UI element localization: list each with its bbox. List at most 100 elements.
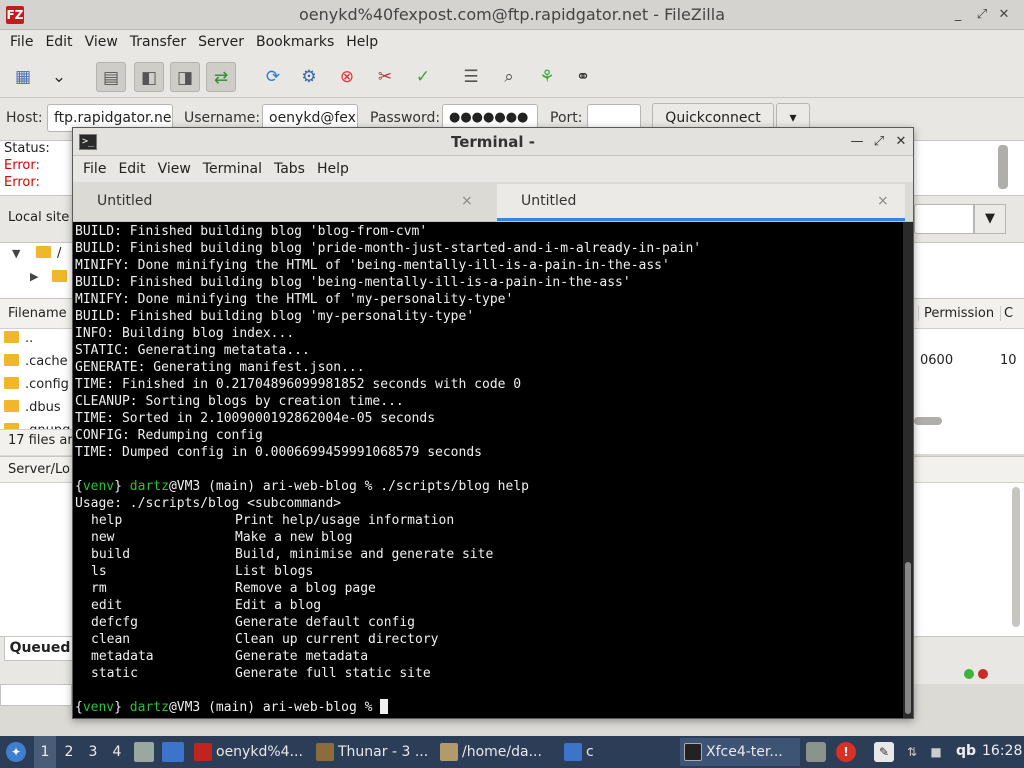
cancel-icon[interactable]: ⊗ bbox=[332, 62, 362, 92]
notes-launcher-icon[interactable] bbox=[134, 742, 154, 762]
host-label: Host: bbox=[6, 110, 43, 126]
update-alert-icon[interactable]: ! bbox=[836, 742, 856, 762]
menu-help[interactable]: Help bbox=[340, 34, 384, 50]
scrollbar-thumb[interactable] bbox=[905, 562, 911, 714]
subcommand-description: Make a new blog bbox=[235, 530, 353, 545]
task-thunar[interactable]: Thunar - 3 ... bbox=[312, 738, 432, 766]
menu-bookmarks[interactable]: Bookmarks bbox=[250, 34, 340, 50]
close-tab-icon[interactable]: × bbox=[877, 184, 891, 218]
transfer-queue-icon[interactable]: ⇄ bbox=[206, 62, 236, 92]
folder-icon bbox=[4, 400, 19, 412]
process-queue-icon[interactable]: ⚙ bbox=[294, 62, 324, 92]
subcommand-name: edit bbox=[91, 598, 123, 613]
keyboard-layout[interactable]: qb bbox=[956, 743, 976, 759]
maximize-icon[interactable]: ⤢ bbox=[974, 7, 990, 23]
filezilla-toolbar: ▦ ⌄ ▤ ◧ ◨ ⇄ ⟳ ⚙ ⊗ ✂ ✓ ☰ ⌕ ⚘ ⚭ bbox=[0, 54, 1024, 98]
maximize-icon[interactable]: ⤢ bbox=[871, 134, 887, 150]
tree-child[interactable] bbox=[52, 270, 73, 285]
close-icon[interactable]: ✕ bbox=[996, 7, 1012, 23]
terminal-scrollbar[interactable] bbox=[903, 222, 913, 718]
close-icon[interactable]: ✕ bbox=[893, 134, 909, 150]
menu-edit[interactable]: Edit bbox=[39, 34, 78, 50]
task-terminal[interactable]: Xfce4-ter... bbox=[680, 738, 800, 766]
file-row[interactable]: .cache bbox=[0, 350, 80, 373]
subcommand-row: help Print help/usage information bbox=[75, 512, 903, 529]
subcommand-description: Clean up current directory bbox=[235, 632, 439, 647]
task-home[interactable]: /home/da... bbox=[436, 738, 556, 766]
notes-icon[interactable]: ✎ bbox=[874, 742, 894, 762]
menu-transfer[interactable]: Transfer bbox=[124, 34, 192, 50]
task-window[interactable]: c bbox=[560, 738, 676, 766]
notification-icon[interactable]: ■ bbox=[926, 742, 946, 762]
minimize-icon[interactable]: _ bbox=[950, 7, 966, 23]
terminal-tab-active[interactable]: Untitled bbox=[497, 184, 905, 221]
column-server-local[interactable]: Server/Lo bbox=[8, 462, 70, 477]
workspace-1[interactable]: 1 bbox=[34, 736, 56, 768]
column-permissions[interactable]: Permission bbox=[918, 306, 994, 321]
menu-server[interactable]: Server bbox=[192, 34, 250, 50]
refresh-icon[interactable]: ⟳ bbox=[258, 62, 288, 92]
network-icon[interactable]: ⇅ bbox=[902, 742, 922, 762]
menu-tabs[interactable]: Tabs bbox=[268, 161, 311, 177]
site-manager-dropdown-icon[interactable]: ⌄ bbox=[44, 62, 74, 92]
workspace-2[interactable]: 2 bbox=[58, 736, 80, 768]
terminal-tab[interactable]: Untitled bbox=[73, 184, 497, 221]
reconnect-icon[interactable]: ✓ bbox=[408, 62, 438, 92]
tree-root[interactable]: / bbox=[36, 246, 61, 261]
clipboard-icon[interactable] bbox=[806, 742, 826, 762]
terminal-output-line: MINIFY: Done minifying the HTML of 'bein… bbox=[75, 258, 670, 273]
site-manager-icon[interactable]: ▦ bbox=[8, 62, 38, 92]
terminal-title: Terminal - bbox=[451, 133, 535, 151]
task-filezilla[interactable]: oenykd%4... bbox=[190, 738, 308, 766]
subcommand-row: rm Remove a blog page bbox=[75, 580, 903, 597]
clock[interactable]: 16:28 bbox=[982, 743, 1022, 759]
menu-view[interactable]: View bbox=[79, 34, 124, 50]
remote-site-input[interactable] bbox=[914, 204, 974, 234]
log-scrollbar[interactable] bbox=[998, 145, 1008, 189]
folder-icon bbox=[36, 246, 51, 258]
whisker-menu-icon[interactable]: ✦ bbox=[6, 742, 26, 762]
filezilla-icon bbox=[194, 743, 212, 761]
filter-icon[interactable]: ☰ bbox=[456, 62, 486, 92]
menu-file[interactable]: File bbox=[4, 34, 39, 50]
file-row[interactable]: .config bbox=[0, 373, 80, 396]
tab-queued-files[interactable]: Queued bbox=[4, 637, 76, 661]
collapse-icon[interactable]: ▶ bbox=[30, 270, 38, 283]
menu-edit[interactable]: Edit bbox=[112, 161, 151, 177]
compare-icon[interactable]: ⌕ bbox=[494, 62, 524, 92]
menu-terminal[interactable]: Terminal bbox=[197, 161, 268, 177]
remote-tree-icon[interactable]: ◨ bbox=[170, 62, 200, 92]
message-log-icon[interactable]: ▤ bbox=[96, 62, 126, 92]
menu-file[interactable]: File bbox=[77, 161, 112, 177]
folder-icon bbox=[316, 743, 334, 761]
workspace-4[interactable]: 4 bbox=[106, 736, 128, 768]
subcommand-row: static Generate full static site bbox=[75, 665, 903, 682]
search-icon[interactable]: ⚭ bbox=[568, 62, 598, 92]
terminal-titlebar[interactable]: Terminal - >_ — ⤢ ✕ bbox=[73, 128, 913, 156]
list-scrollbar[interactable] bbox=[914, 417, 942, 425]
minimize-icon[interactable]: — bbox=[849, 134, 865, 150]
disconnect-icon[interactable]: ✂ bbox=[370, 62, 400, 92]
menu-help[interactable]: Help bbox=[311, 161, 355, 177]
subcommand-name: metadata bbox=[91, 649, 154, 664]
terminal-output[interactable]: BUILD: Finished building blog 'blog-from… bbox=[73, 222, 903, 718]
terminal-window: Terminal - >_ — ⤢ ✕ File Edit View Termi… bbox=[72, 127, 914, 719]
file-row[interactable]: .. bbox=[0, 327, 80, 350]
sync-browse-icon[interactable]: ⚘ bbox=[532, 62, 562, 92]
permission-value: 0600 bbox=[920, 353, 954, 368]
filezilla-menubar: File Edit View Transfer Server Bookmarks… bbox=[0, 30, 1024, 54]
workspace-3[interactable]: 3 bbox=[82, 736, 104, 768]
file-row[interactable]: .dbus bbox=[0, 396, 80, 419]
queue-scrollbar[interactable] bbox=[1012, 487, 1020, 627]
local-tree-icon[interactable]: ◧ bbox=[134, 62, 164, 92]
folder-icon bbox=[4, 377, 19, 389]
remote-site-dropdown-icon[interactable]: ▼ bbox=[974, 204, 1006, 234]
expand-icon[interactable]: ▼ bbox=[12, 247, 20, 260]
menu-view[interactable]: View bbox=[152, 161, 197, 177]
column-filename[interactable]: Filename bbox=[8, 306, 67, 321]
show-desktop-icon[interactable] bbox=[162, 742, 184, 762]
column-extra[interactable]: C bbox=[1000, 306, 1013, 321]
folder-icon bbox=[4, 331, 19, 343]
close-tab-icon[interactable]: × bbox=[461, 184, 475, 218]
